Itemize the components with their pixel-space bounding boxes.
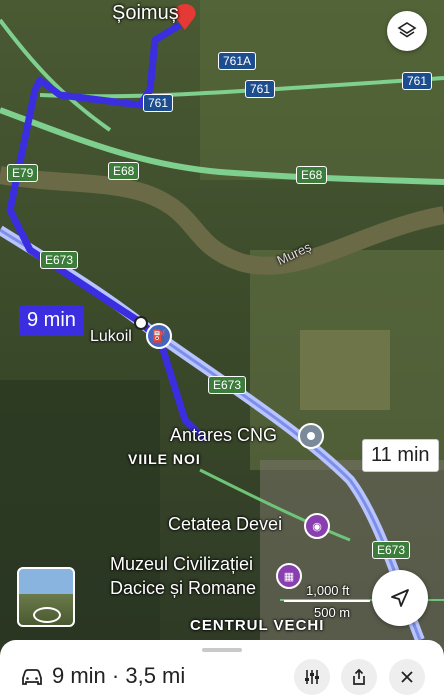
poi-antares-label[interactable]: Antares CNG — [170, 425, 277, 446]
road-shield-761: 761 — [245, 80, 276, 98]
rotate-360-icon — [33, 607, 61, 623]
road-shield-e673: E673 — [372, 541, 411, 559]
scale-feet: 1,000 ft — [306, 583, 350, 598]
fuel-station-icon[interactable]: ⛽ — [146, 323, 172, 349]
car-icon — [22, 669, 42, 685]
route-waypoint — [134, 316, 148, 330]
poi-marker-icon[interactable] — [298, 423, 324, 449]
scale-meters: 500 m — [314, 605, 351, 620]
poi-cetatea-label[interactable]: Cetatea Devei — [168, 514, 282, 535]
navigation-arrow-icon — [391, 589, 409, 607]
road-shield-e68: E68 — [296, 166, 328, 184]
road-shield-e673: E673 — [208, 376, 247, 394]
close-button[interactable] — [389, 659, 425, 695]
district-centrul-label: CENTRUL VECHI — [190, 617, 325, 634]
alternate-route-time[interactable]: 11 min — [362, 439, 439, 472]
road-shield-e68: E68 — [108, 162, 140, 180]
close-icon — [401, 671, 413, 683]
road-shield-e79: E79 — [7, 164, 39, 182]
share-button[interactable] — [341, 659, 377, 695]
road-shield-e673: E673 — [40, 251, 79, 269]
road-shield-761: 761 — [402, 72, 433, 90]
sliders-icon — [305, 670, 319, 684]
scale-bar — [284, 600, 370, 602]
layers-icon — [397, 22, 417, 38]
poi-muzeul-label-line2[interactable]: Dacice și Romane — [110, 578, 256, 599]
camera-icon[interactable]: ◉ — [304, 513, 330, 539]
road-shield-761: 761 — [143, 94, 174, 112]
navigate-button[interactable] — [372, 570, 428, 626]
museum-icon[interactable]: ▦ — [276, 563, 302, 589]
layers-button[interactable] — [387, 11, 427, 51]
street-view-thumbnail[interactable] — [17, 567, 75, 627]
district-viile-noi-label: VIILE NOI — [128, 451, 201, 467]
sheet-drag-handle[interactable] — [202, 648, 242, 652]
selected-route-time[interactable]: 9 min — [19, 305, 84, 336]
poi-muzeul-label-line1[interactable]: Muzeul Civilizației — [110, 554, 253, 575]
poi-lukoil-label[interactable]: Lukoil — [90, 328, 132, 346]
route-options-button[interactable] — [294, 659, 330, 695]
share-icon — [353, 668, 365, 685]
destination-label[interactable]: Șoimuș — [112, 2, 179, 25]
route-summary-text: 9 min · 3,5 mi — [52, 663, 186, 688]
road-shield-761a: 761A — [218, 52, 257, 70]
